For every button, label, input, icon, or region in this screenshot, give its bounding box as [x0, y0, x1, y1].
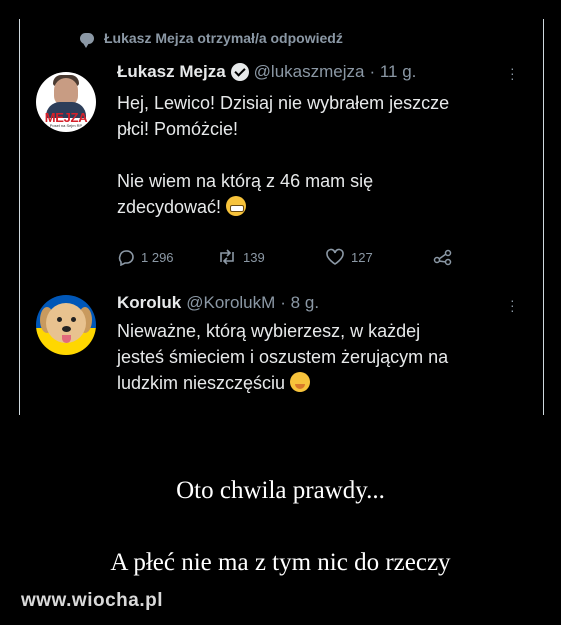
like-button[interactable]: 127 [325, 248, 373, 266]
tweet-line: płci! Pomóżcie! [117, 119, 239, 139]
tweet-line: Hej, Lewico! Dzisiaj nie wybrałem jeszcz… [117, 93, 450, 113]
retweet-count: 139 [243, 249, 265, 265]
avatar[interactable] [36, 295, 96, 355]
tweet-header: Łukasz Mejza @lukaszmejza · 11 g. [117, 62, 416, 82]
reply-context: Łukasz Mejza otrzymał/a odpowiedź [80, 30, 343, 48]
author-handle[interactable]: @KorolukM [186, 293, 275, 313]
more-options-icon[interactable]: · · · [510, 61, 515, 85]
reply-button[interactable]: 1 296 [117, 248, 174, 266]
heart-icon [326, 248, 344, 265]
tweet-timestamp[interactable]: · 11 g. [369, 62, 416, 82]
reply-count: 1 296 [141, 249, 174, 265]
retweet-button[interactable]: 139 [217, 248, 265, 266]
more-options-icon[interactable]: · · · [510, 293, 515, 317]
tweet-line: ludzkim nieszczęściu [117, 373, 286, 393]
reply-context-text: Łukasz Mejza otrzymał/a odpowiedź [104, 30, 343, 46]
grimacing-face-icon [226, 196, 247, 216]
speech-bubble-icon [80, 32, 94, 48]
verified-badge-icon [230, 63, 249, 81]
caption-bottom: A płeć nie ma z tym nic do rzeczy [110, 549, 451, 576]
tweet-line: Nie wiem na którą z 46 mam się [117, 171, 374, 191]
like-count: 127 [351, 249, 373, 265]
avatar[interactable]: MEJZA Poseł na Sejm RP [36, 72, 96, 132]
author-name[interactable]: Koroluk [117, 293, 181, 313]
tweet-line: zdecydować! [117, 197, 222, 217]
author-name[interactable]: Łukasz Mejza [117, 62, 226, 82]
tweet-line: Nieważne, którą wybierzesz, w każdej [117, 321, 421, 341]
site-watermark: www.wiocha.pl [21, 590, 163, 611]
tweet-header: Koroluk @KorolukM · 8 g. [117, 293, 319, 313]
author-handle[interactable]: @lukaszmejza [254, 62, 365, 82]
tweet-text: Hej, Lewico! Dzisiaj nie wybrałem jeszcz… [117, 90, 527, 220]
reply-icon [118, 250, 134, 266]
hugging-face-icon [290, 372, 311, 392]
avatar-subtitle: Poseł na Sejm RP [49, 123, 83, 128]
caption-top: Oto chwila prawdy... [176, 477, 385, 504]
share-icon [433, 249, 452, 266]
tweet-line: jesteś śmieciem i oszustem żerującym na [117, 347, 449, 367]
tweet-timestamp[interactable]: · 8 g. [280, 293, 319, 313]
tweet-text: Nieważne, którą wybierzesz, w każdej jes… [117, 318, 527, 396]
retweet-icon [220, 249, 234, 265]
share-button[interactable] [433, 248, 453, 266]
